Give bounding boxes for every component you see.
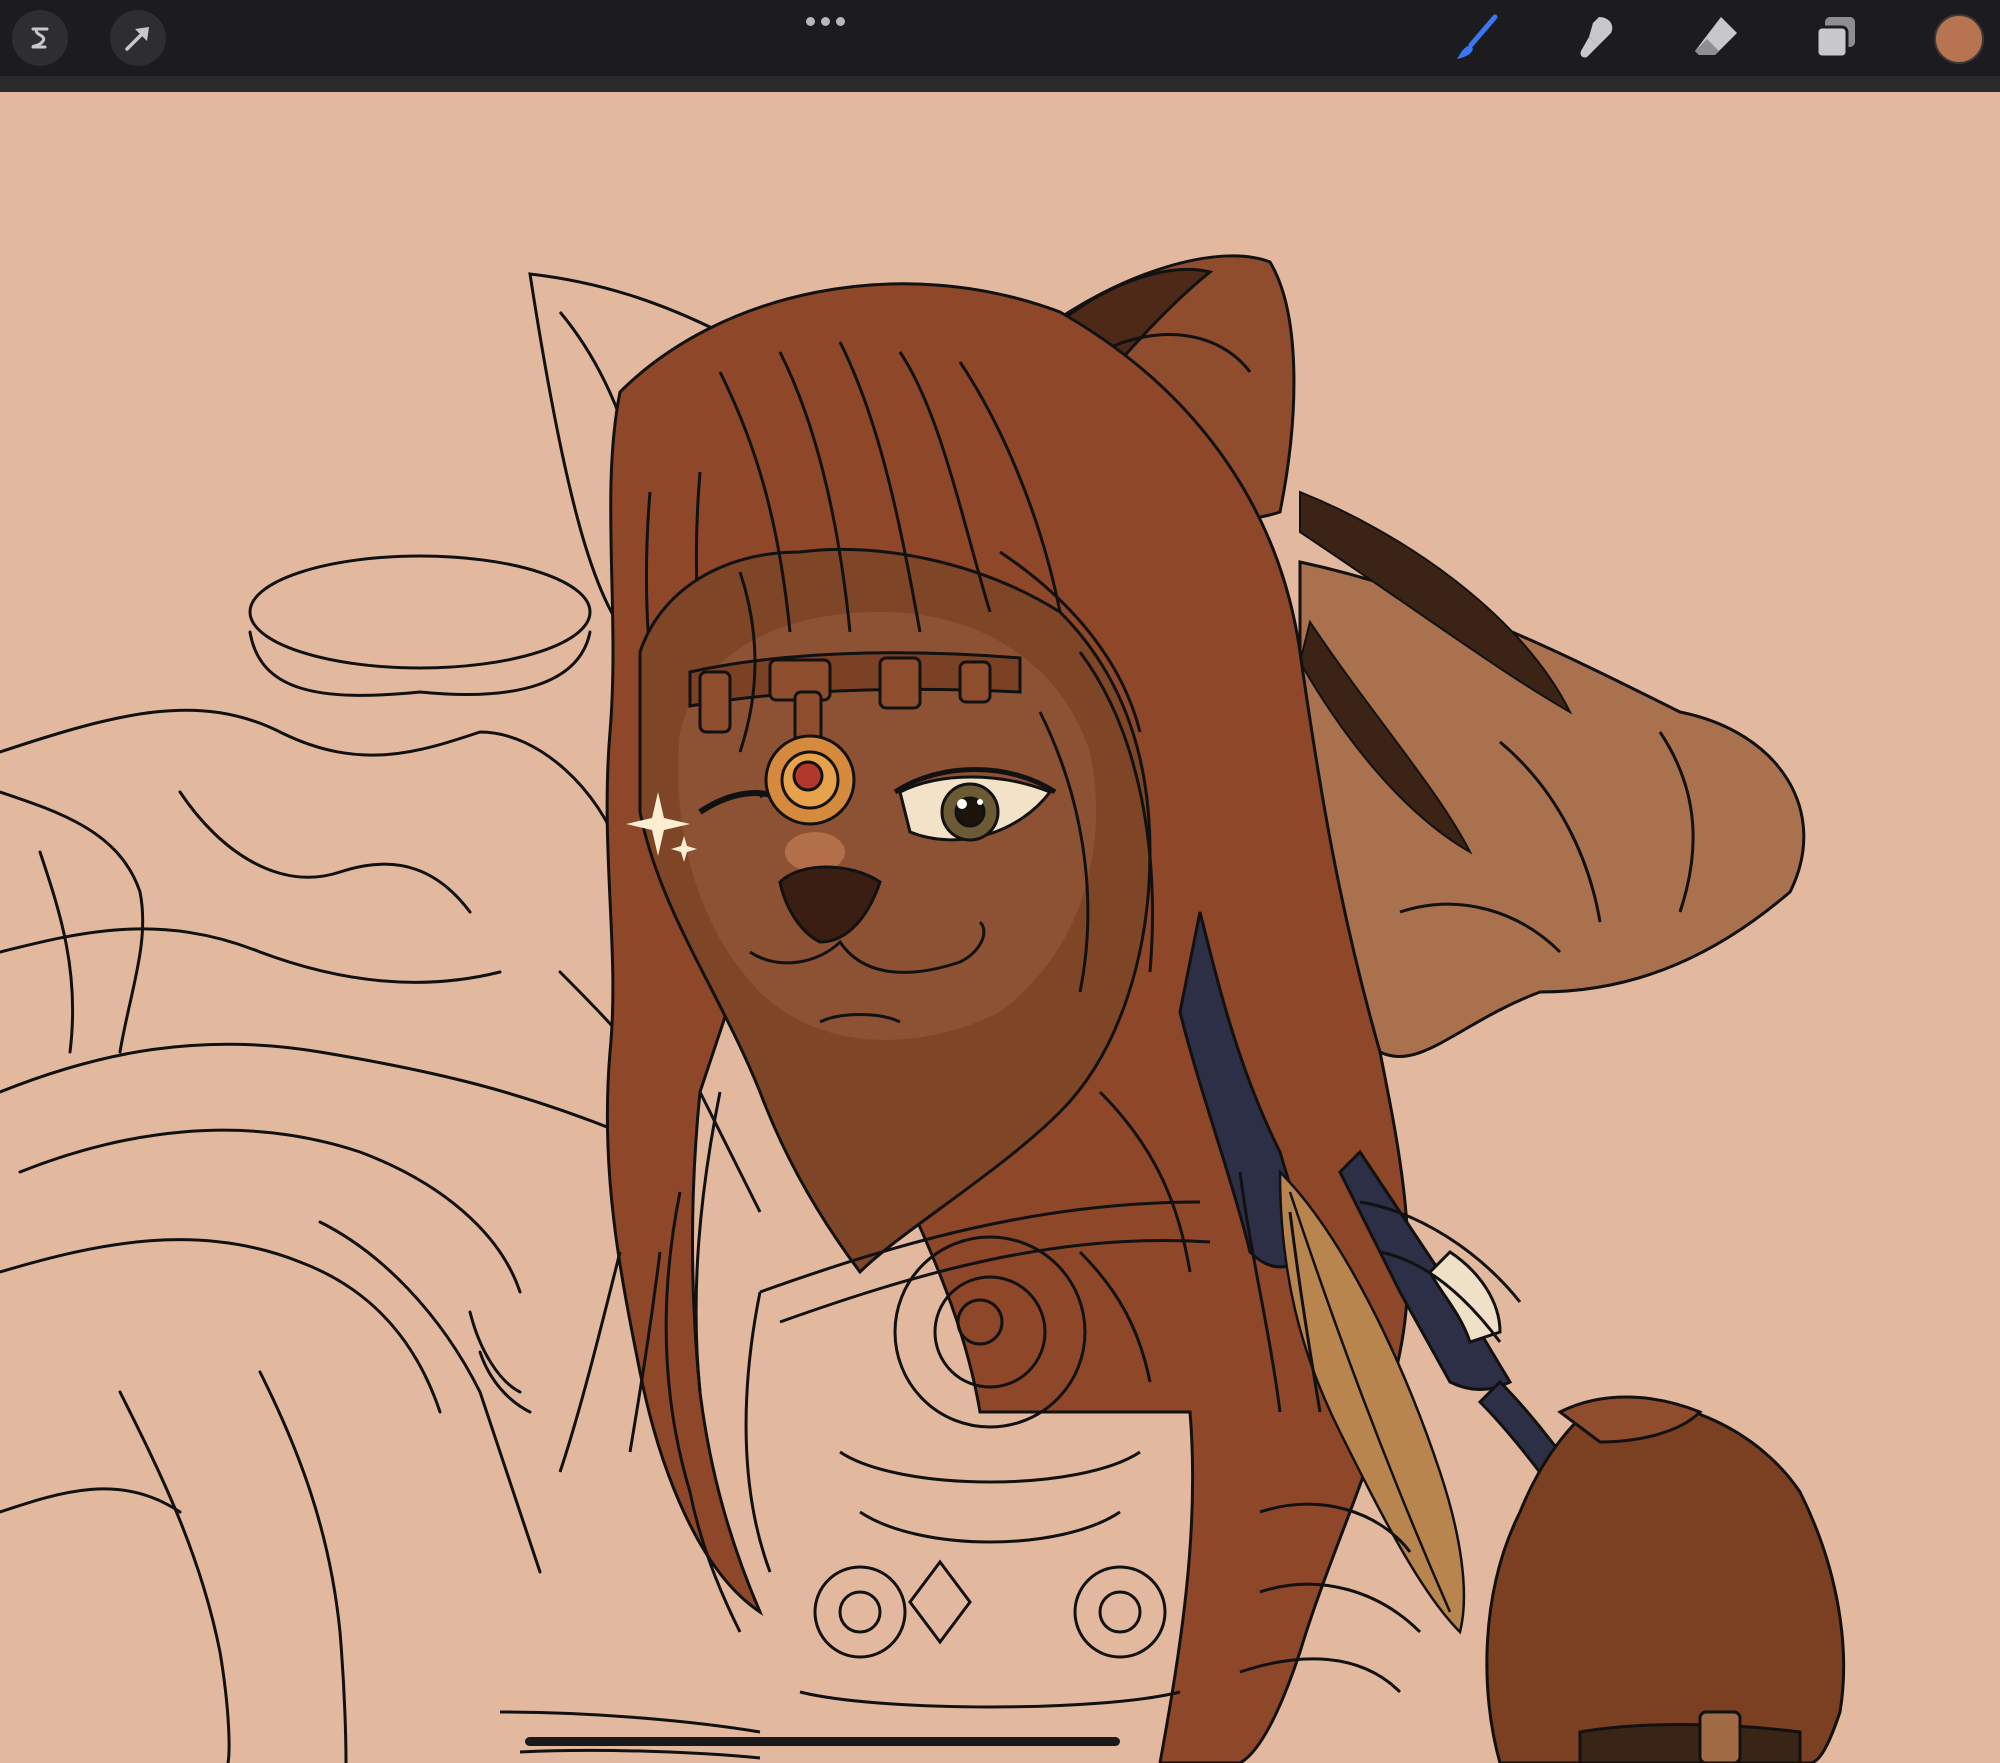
brush-tool-button[interactable]	[1448, 10, 1504, 66]
drawing-canvas[interactable]	[0, 92, 2000, 1763]
more-options-icon[interactable]	[800, 10, 850, 32]
color-swatch-button[interactable]	[1934, 14, 1984, 64]
top-toolbar	[0, 0, 2000, 76]
smudge-tool-button[interactable]	[1568, 10, 1624, 66]
eraser-icon	[1695, 17, 1737, 55]
selection-tool-button[interactable]	[110, 10, 166, 66]
modify-tool-button[interactable]	[12, 10, 68, 66]
brush-icon	[1457, 14, 1498, 59]
layers-button[interactable]	[1808, 10, 1864, 66]
home-indicator[interactable]	[525, 1737, 1120, 1746]
smudge-icon	[1580, 17, 1613, 58]
eraser-tool-button[interactable]	[1688, 10, 1744, 66]
toolbar-divider	[0, 76, 2000, 92]
arrow-cursor-icon	[125, 27, 149, 51]
wrench-icon	[31, 27, 49, 49]
layers-icon	[1815, 17, 1855, 59]
